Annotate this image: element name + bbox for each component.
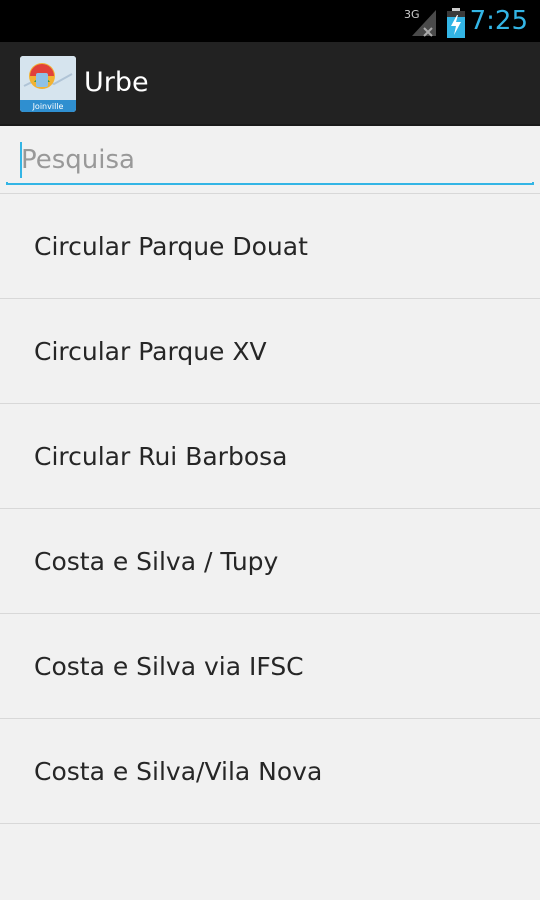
signal-3g-icon: 3G — [404, 8, 436, 37]
list-item[interactable]: Costa e Silva via IFSC — [0, 614, 540, 719]
app-logo-graphic: Joinville — [20, 56, 76, 112]
svg-text:Joinville: Joinville — [32, 102, 64, 111]
list-item[interactable]: Costa e Silva/Vila Nova — [0, 719, 540, 824]
status-clock: 7:25 — [469, 6, 528, 36]
status-bar: 3G 7:25 — [0, 0, 540, 42]
route-name: Costa e Silva via IFSC — [34, 651, 304, 681]
route-list[interactable]: Circular Orestes GuimaraesCircular Parqu… — [0, 144, 540, 900]
search-bar — [0, 126, 540, 188]
route-name: Circular Parque XV — [34, 336, 267, 366]
search-input[interactable] — [6, 138, 534, 182]
list-item[interactable]: Circular Rui Barbosa — [0, 404, 540, 509]
route-name: Costa e Silva/Vila Nova — [34, 756, 323, 786]
battery-charging-icon — [447, 8, 465, 38]
route-name: Circular Rui Barbosa — [34, 441, 288, 471]
list-item[interactable]: Circular Parque XV — [0, 299, 540, 404]
network-type-label: 3G — [404, 8, 420, 21]
list-item[interactable]: Costa e Silva / Tupy — [0, 509, 540, 614]
action-bar: Joinville Urbe — [0, 42, 540, 126]
text-cursor — [20, 142, 22, 178]
app-logo-icon[interactable]: Joinville — [20, 56, 76, 112]
app-title: Urbe — [84, 67, 149, 98]
route-list-content: Circular Orestes GuimaraesCircular Parqu… — [0, 144, 540, 824]
list-item[interactable]: Circular Parque Douat — [0, 194, 540, 299]
route-name: Circular Parque Douat — [34, 231, 308, 261]
search-underline — [6, 182, 534, 185]
route-name: Costa e Silva / Tupy — [34, 546, 279, 576]
